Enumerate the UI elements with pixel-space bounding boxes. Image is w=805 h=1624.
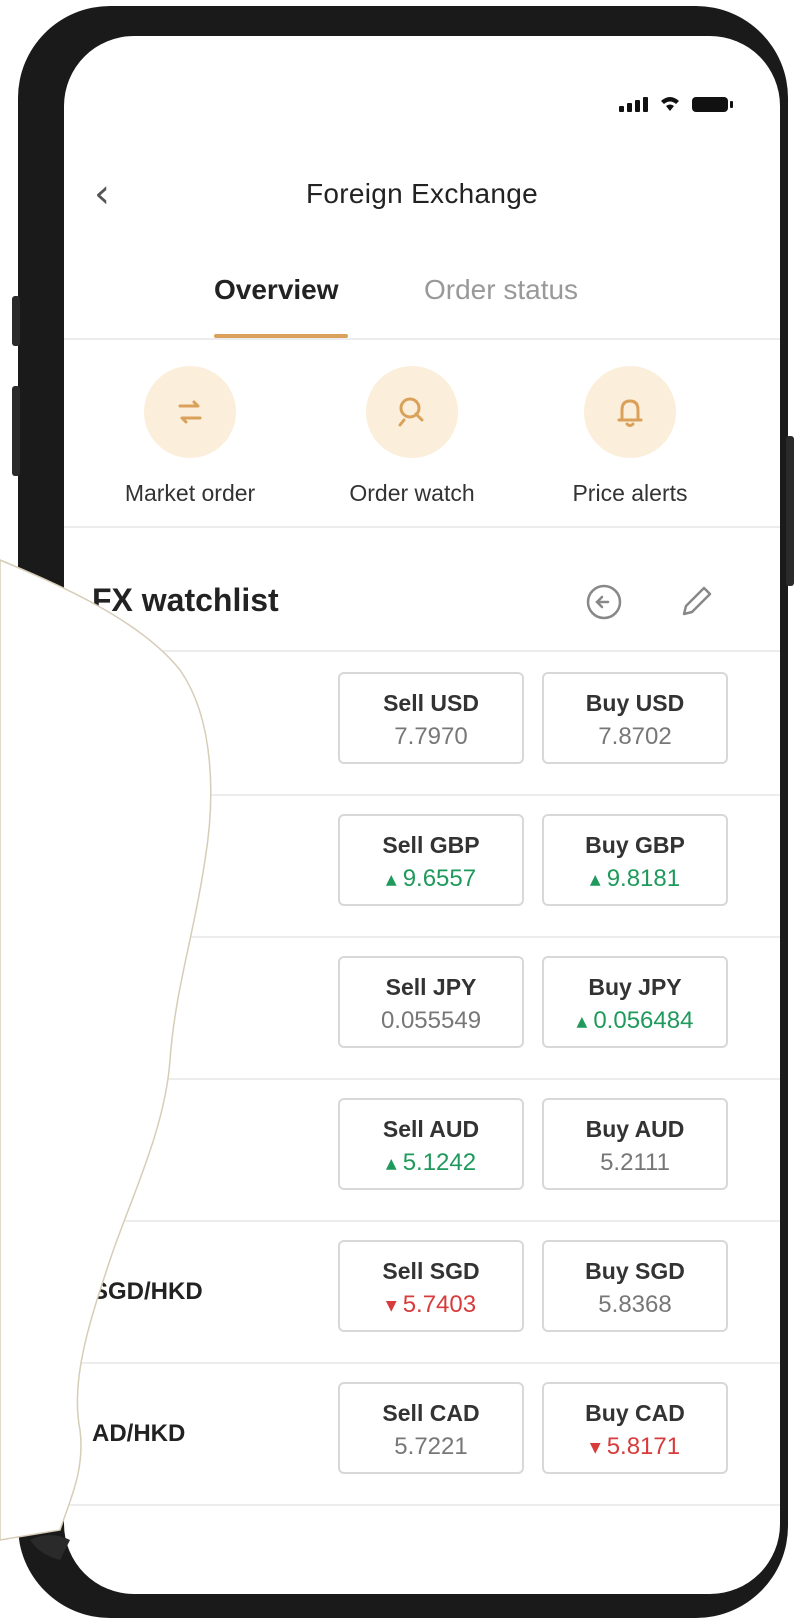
buy-rate-value: 7.8702 (598, 723, 672, 750)
pencil-icon[interactable] (676, 582, 716, 622)
sell-quote-button[interactable]: Sell CAD 5.7221 (338, 1382, 524, 1474)
watchlist-title: FX watchlist (92, 582, 279, 618)
sell-quote-button[interactable]: Sell JPY 0.055549 (338, 956, 524, 1048)
sell-quote-button[interactable]: Sell AUD ▲ 5.1242 (338, 1098, 524, 1190)
search-icon (366, 366, 458, 458)
buy-label: Buy CAD (585, 1400, 685, 1426)
exchange-icon (144, 366, 236, 458)
down-arrow-icon: ▼ (385, 1297, 397, 1314)
buy-quote-button[interactable]: Buy AUD 5.2111 (542, 1098, 728, 1190)
buy-label: Buy GBP (585, 832, 685, 858)
bell-icon (584, 366, 676, 458)
sell-label: Sell JPY (385, 974, 477, 1000)
buy-quote-button[interactable]: Buy SGD 5.8368 (542, 1240, 728, 1332)
tab-bar: Overview Order status (64, 266, 780, 340)
order-watch-button[interactable]: Order watch (312, 366, 512, 507)
active-tab-indicator (214, 334, 348, 338)
up-arrow-icon: ▲ (589, 871, 601, 888)
sell-rate-value: 9.6557 (402, 865, 477, 892)
currency-pair-label: SGD/HKD (92, 1278, 203, 1305)
status-bar (619, 94, 733, 112)
app-screen: ‹ Foreign Exchange Overview Order status… (64, 36, 780, 1594)
buy-rate: 5.8368 (544, 1291, 726, 1319)
currency-pair-label: HKD (92, 1136, 144, 1163)
table-row[interactable]: Sell USD 7.7970 Buy USD 7.8702 (64, 652, 780, 796)
sell-rate: ▼ 5.7403 (340, 1291, 522, 1319)
buy-quote-button[interactable]: Buy JPY ▲ 0.056484 (542, 956, 728, 1048)
sell-quote-button[interactable]: Sell GBP ▲ 9.6557 (338, 814, 524, 906)
buy-rate: ▼ 5.8171 (544, 1433, 726, 1461)
power-button (786, 436, 794, 586)
buy-label: Buy SGD (585, 1258, 685, 1284)
buy-quote-button[interactable]: Buy USD 7.8702 (542, 672, 728, 764)
buy-rate-value: 5.2111 (600, 1149, 670, 1176)
buy-rate: 7.8702 (544, 723, 726, 751)
sell-rate-value: 5.7403 (402, 1291, 477, 1318)
up-arrow-icon: ▲ (385, 1155, 397, 1172)
signal-icon (619, 97, 648, 112)
page-title: Foreign Exchange (305, 178, 539, 209)
table-row[interactable]: HKD Sell AUD ▲ 5.1242 Buy AUD 5.2111 (64, 1078, 780, 1222)
mute-switch (12, 296, 20, 346)
buy-rate: ▲ 0.056484 (544, 1007, 726, 1035)
sell-label: Sell CAD (382, 1400, 480, 1426)
buy-rate-value: 5.8171 (606, 1433, 681, 1460)
sell-rate-value: 5.7221 (394, 1433, 468, 1460)
sell-label: Sell AUD (382, 1116, 480, 1142)
table-row[interactable]: AD/HKD Sell CAD 5.7221 Buy CAD ▼ 5.8171 (64, 1362, 780, 1506)
sell-label: Sell GBP (382, 832, 480, 858)
volume-up-button (12, 386, 20, 476)
buy-quote-button[interactable]: Buy GBP ▲ 9.8181 (542, 814, 728, 906)
market-order-button[interactable]: Market order (90, 366, 290, 507)
tab-order-status[interactable]: Order status (424, 274, 578, 306)
quick-actions: Market order Order watch Price alerts (64, 366, 780, 528)
table-row[interactable]: Sell GBP ▲ 9.6557 Buy GBP ▲ 9.8181 (64, 794, 780, 938)
buy-quote-button[interactable]: Buy CAD ▼ 5.8171 (542, 1382, 728, 1474)
sell-rate: ▲ 5.1242 (340, 1149, 522, 1177)
price-alerts-label: Price alerts (572, 480, 688, 506)
price-alerts-button[interactable]: Price alerts (530, 366, 730, 507)
sell-quote-button[interactable]: Sell SGD ▼ 5.7403 (338, 1240, 524, 1332)
order-watch-label: Order watch (349, 480, 475, 506)
sell-rate-value: 5.1242 (402, 1149, 477, 1176)
table-row[interactable]: Sell JPY 0.055549 Buy JPY ▲ 0.056484 (64, 936, 780, 1080)
nav-bar: ‹ Foreign Exchange (64, 164, 780, 224)
circle-arrow-icon[interactable] (584, 582, 624, 622)
buy-rate-value: 5.8368 (598, 1291, 672, 1318)
wifi-icon (661, 97, 679, 111)
currency-pair-label: AD/HKD (92, 1420, 186, 1447)
buy-rate-value: 9.8181 (606, 865, 681, 892)
down-arrow-icon: ▼ (589, 1439, 601, 1456)
sell-quote-button[interactable]: Sell USD 7.7970 (338, 672, 524, 764)
buy-label: Buy AUD (585, 1116, 685, 1142)
sell-rate: 5.7221 (340, 1433, 522, 1461)
buy-rate: 5.2111 (544, 1149, 726, 1177)
battery-icon (692, 97, 733, 112)
tab-overview[interactable]: Overview (214, 274, 339, 306)
up-arrow-icon: ▲ (576, 1013, 588, 1030)
sell-label: Sell SGD (382, 1258, 480, 1284)
buy-rate-value: 0.056484 (593, 1007, 694, 1034)
buy-rate: ▲ 9.8181 (544, 865, 726, 893)
watchlist-header: FX watchlist (64, 544, 780, 652)
table-row[interactable]: SGD/HKD Sell SGD ▼ 5.7403 Buy SGD 5.8368 (64, 1220, 780, 1364)
buy-label: Buy JPY (588, 974, 682, 1000)
sell-rate-value: 7.7970 (394, 723, 468, 750)
sell-rate: 0.055549 (340, 1007, 522, 1035)
phone-frame: ‹ Foreign Exchange Overview Order status… (12, 6, 794, 1618)
sell-rate: ▲ 9.6557 (340, 865, 522, 893)
sell-label: Sell USD (383, 690, 479, 716)
up-arrow-icon: ▲ (385, 871, 397, 888)
market-order-label: Market order (124, 480, 256, 506)
sell-rate-value: 0.055549 (380, 1007, 482, 1034)
buy-label: Buy USD (585, 690, 685, 716)
sell-rate: 7.7970 (340, 723, 522, 751)
